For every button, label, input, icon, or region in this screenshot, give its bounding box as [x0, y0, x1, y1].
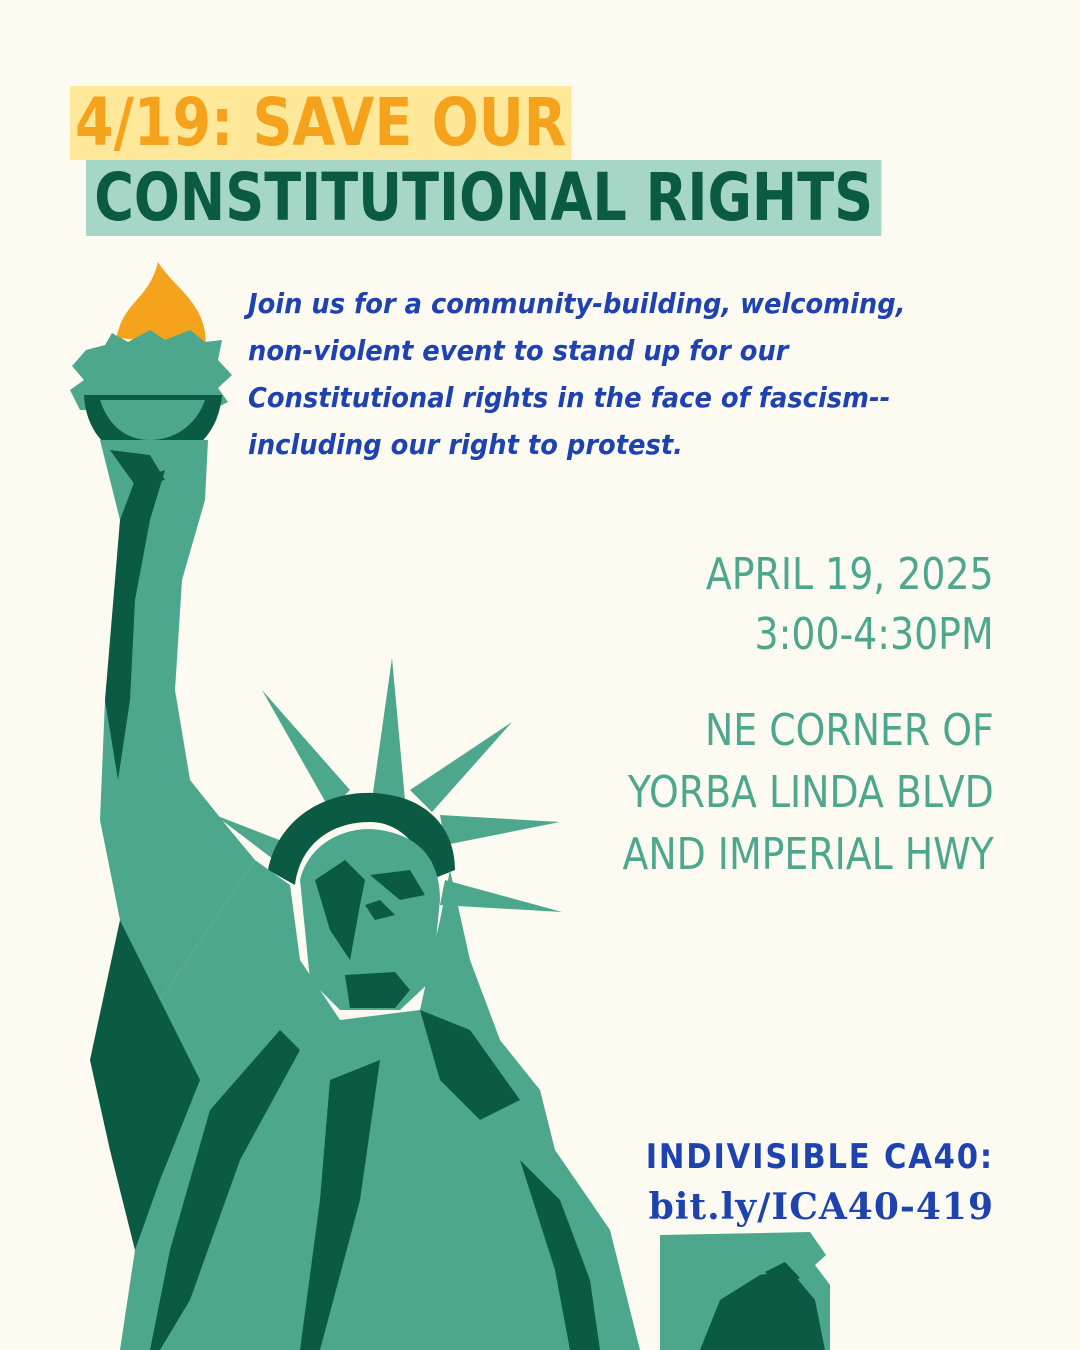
event-description: Join us for a community-building, welcom…: [248, 280, 966, 468]
description-line: Constitutional rights in the face of fas…: [248, 381, 891, 414]
organizer-block: INDIVISIBLE CA40: bit.ly/ICA40-419: [607, 1132, 994, 1232]
description-line: Join us for a community-building, welcom…: [248, 287, 906, 320]
event-date: APRIL 19, 2025: [706, 549, 994, 600]
description-line: including our right to protest.: [248, 428, 683, 461]
location-line: YORBA LINDA BLVD: [628, 767, 994, 818]
event-poster: 4/19: SAVE OUR CONSTITUTIONAL RIGHTS Joi…: [0, 0, 1080, 1350]
location-line: NE CORNER OF: [705, 705, 994, 756]
location-line: AND IMPERIAL HWY: [622, 829, 994, 880]
description-line: non-violent event to stand up for our: [248, 334, 789, 367]
organizer-name: INDIVISIBLE CA40:: [645, 1137, 994, 1177]
organizer-link[interactable]: bit.ly/ICA40-419: [607, 1182, 994, 1232]
event-time: 3:00-4:30PM: [754, 609, 994, 660]
event-location: NE CORNER OF YORBA LINDA BLVD AND IMPERI…: [562, 700, 994, 886]
title-line-save-our: 4/19: SAVE OUR: [70, 86, 572, 160]
title-line-constitutional-rights: CONSTITUTIONAL RIGHTS: [86, 160, 882, 236]
event-datetime: APRIL 19, 2025 3:00-4:30PM: [659, 545, 994, 665]
